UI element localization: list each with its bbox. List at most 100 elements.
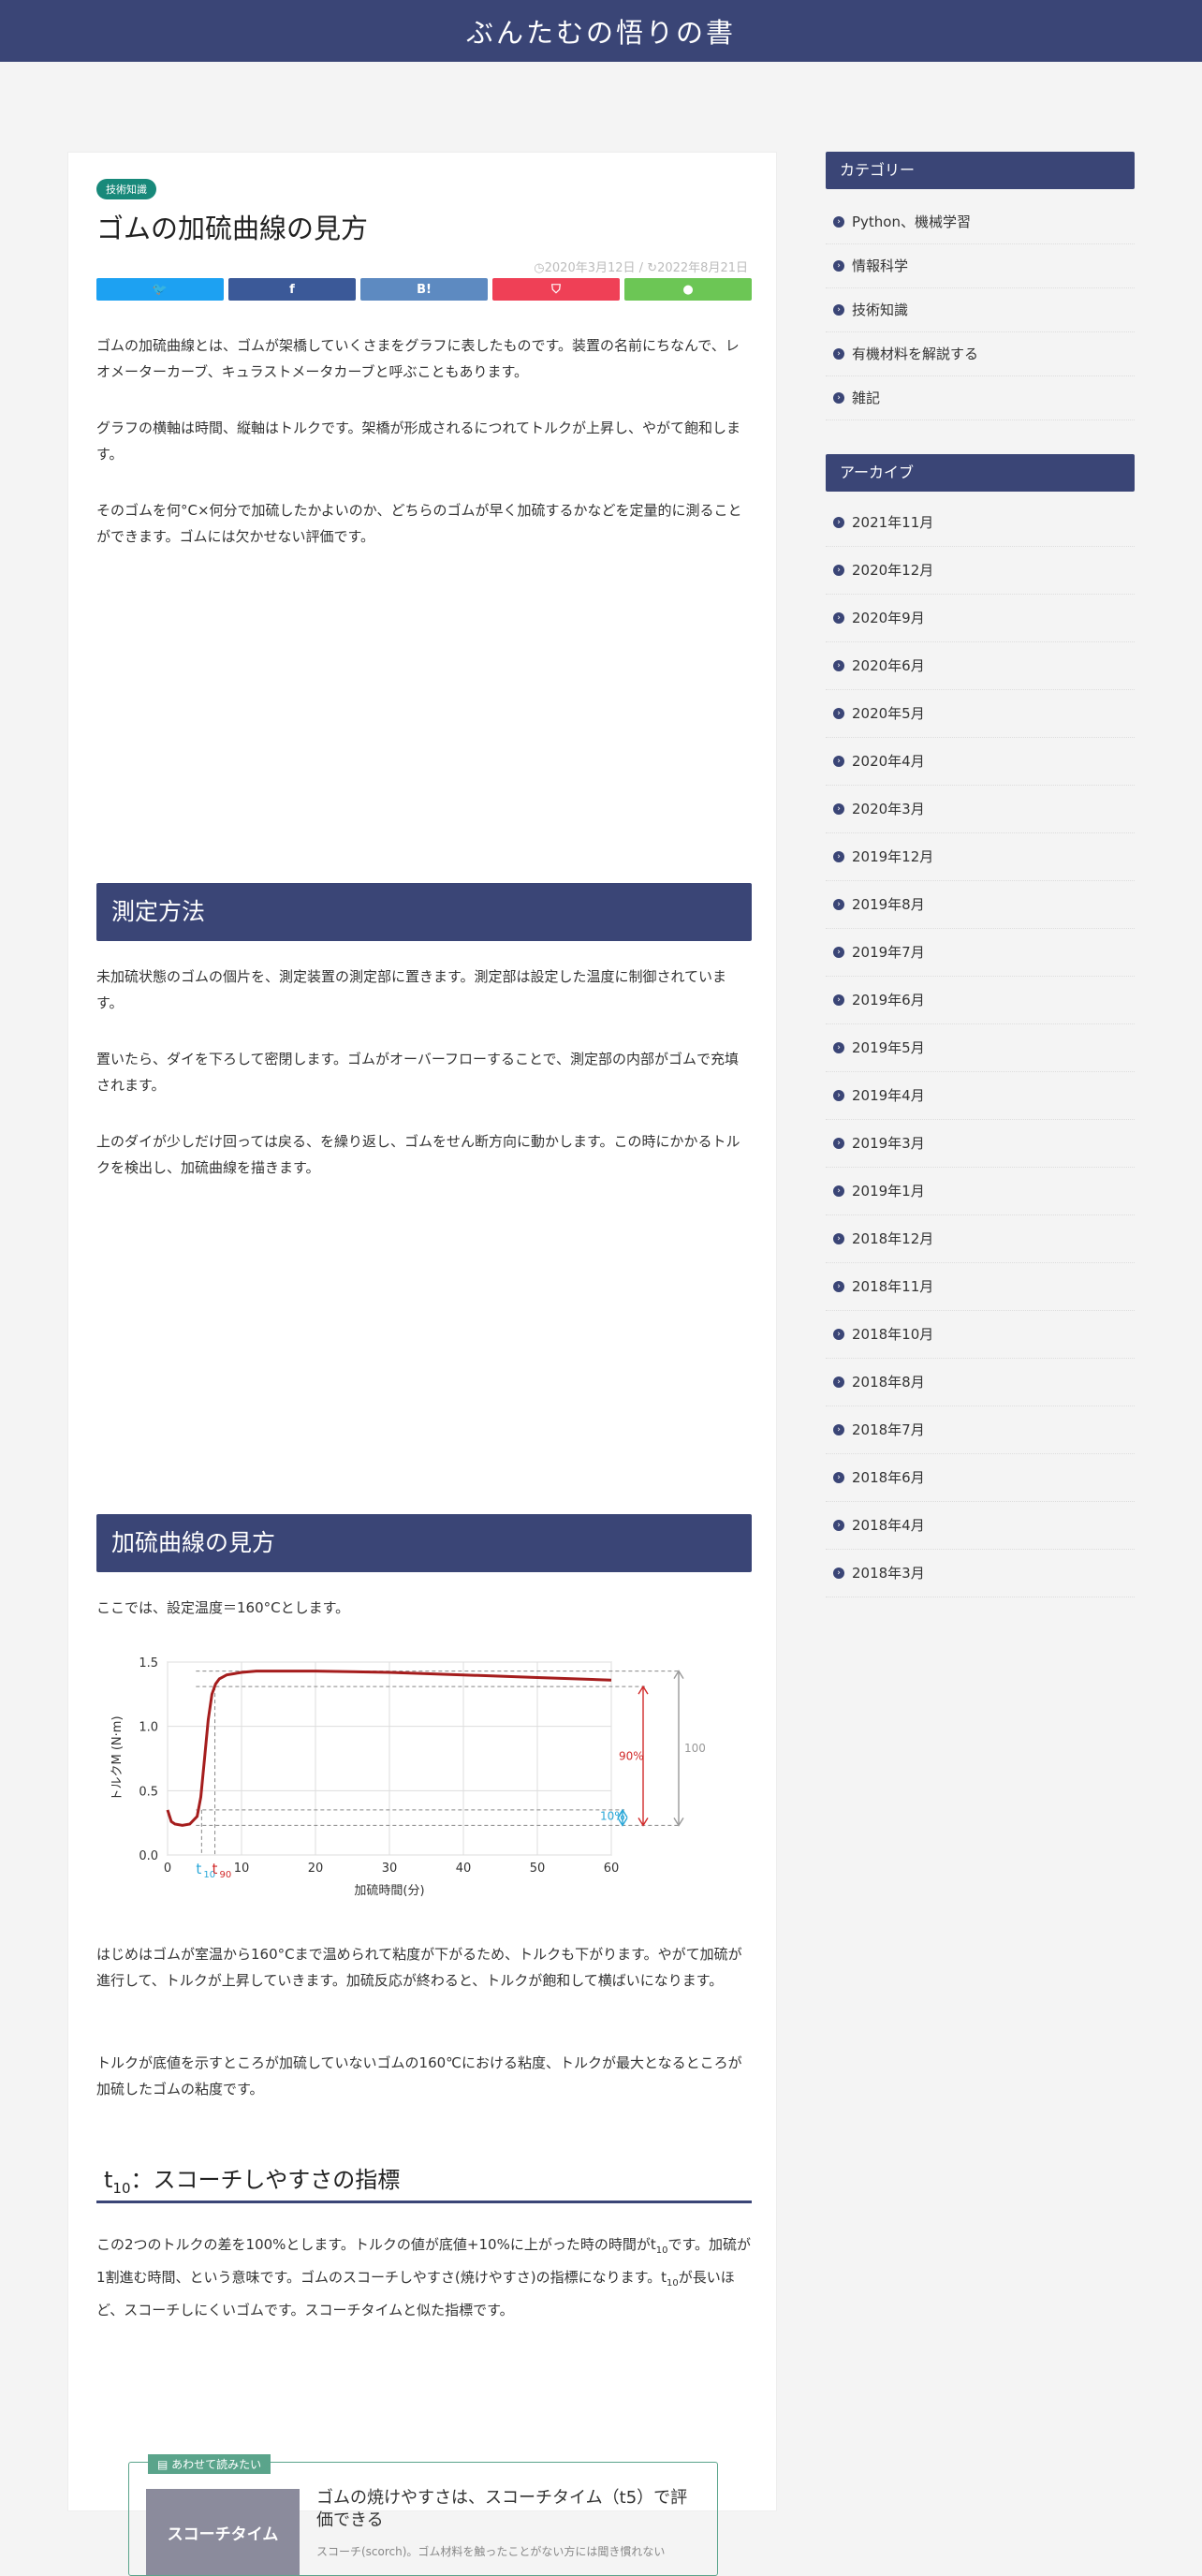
category-label: 技術知識 bbox=[852, 302, 909, 318]
post-dates: ◷2020年3月12日 / ↻2022年8月21日 bbox=[534, 261, 748, 275]
archive-item[interactable]: › 2018年8月 bbox=[826, 1359, 1135, 1406]
heading-t10: t10：スコーチしやすさの指標 bbox=[96, 2156, 752, 2203]
chevron-right-icon: › bbox=[833, 216, 844, 228]
archive-item[interactable]: › 2018年12月 bbox=[826, 1215, 1135, 1263]
archive-label: 2019年8月 bbox=[852, 896, 925, 913]
twitter-share-button[interactable]: 🐦 bbox=[96, 278, 224, 301]
related-title[interactable]: ゴムの焼けやすさは、スコーチタイム（t5）で評価できる bbox=[316, 2487, 700, 2532]
heading-measurement: 測定方法 bbox=[96, 883, 752, 941]
archive-label: 2018年11月 bbox=[852, 1278, 934, 1295]
related-thumbnail[interactable]: スコーチタイム bbox=[146, 2489, 300, 2575]
chevron-right-icon: › bbox=[833, 612, 844, 624]
y-tick-label: 1.0 bbox=[139, 1721, 158, 1735]
chevron-right-icon: › bbox=[833, 994, 844, 1006]
paragraph-measure-3: 上のダイが少しだけ回っては戻る、を繰り返し、ゴムをせん断方向に動かします。この時… bbox=[96, 1133, 740, 1176]
archive-item[interactable]: › 2019年12月 bbox=[826, 833, 1135, 881]
archive-item[interactable]: › 2018年4月 bbox=[826, 1502, 1135, 1550]
category-item[interactable]: › 有機材料を解説する bbox=[826, 332, 1135, 376]
archive-item[interactable]: › 2018年3月 bbox=[826, 1550, 1135, 1597]
archive-item[interactable]: › 2019年4月 bbox=[826, 1072, 1135, 1120]
chevron-right-icon: › bbox=[833, 565, 844, 576]
site-title[interactable]: ぶんたむの悟りの書 bbox=[466, 11, 736, 51]
chevron-right-icon: › bbox=[833, 660, 844, 671]
t90-label: t bbox=[213, 1861, 218, 1877]
y-tick-label: 0.0 bbox=[139, 1849, 158, 1863]
chevron-right-icon: › bbox=[833, 304, 844, 316]
paragraph-t10: この2つのトルクの差を100%とします。トルクの値が底値+10%に上がった時の時… bbox=[96, 2236, 751, 2318]
archive-item[interactable]: › 2020年4月 bbox=[826, 738, 1135, 786]
archive-item[interactable]: › 2019年7月 bbox=[826, 929, 1135, 977]
chevron-right-icon: › bbox=[833, 1090, 844, 1101]
category-item[interactable]: › 情報科学 bbox=[826, 244, 1135, 288]
paragraph-axes: グラフの横軸は時間、縦軸はトルクです。架橋が形成されるにつれてトルクが上昇し、や… bbox=[96, 420, 741, 463]
t10-label: t bbox=[196, 1861, 201, 1877]
chevron-right-icon: › bbox=[833, 1233, 844, 1244]
category-item[interactable]: › 技術知識 bbox=[826, 288, 1135, 332]
related-tag: ▤ あわせて読みたい bbox=[148, 2454, 271, 2474]
archive-label: 2019年1月 bbox=[852, 1183, 925, 1200]
archive-label: 2020年12月 bbox=[852, 562, 934, 579]
archive-item[interactable]: › 2020年3月 bbox=[826, 786, 1135, 833]
archive-item[interactable]: › 2018年7月 bbox=[826, 1406, 1135, 1454]
archive-label: 2019年7月 bbox=[852, 944, 925, 961]
chevron-right-icon: › bbox=[833, 803, 844, 815]
archive-label: 2019年4月 bbox=[852, 1087, 925, 1104]
archive-list: › 2021年11月 › 2020年12月 › 2020年9月 › 2020年6月 › 2020年… bbox=[826, 499, 1135, 1597]
site-header: ぶんたむの悟りの書 bbox=[0, 0, 1202, 62]
line-icon: ● bbox=[682, 282, 694, 297]
archive-item[interactable]: › 2018年10月 bbox=[826, 1311, 1135, 1359]
chevron-right-icon: › bbox=[833, 348, 844, 360]
archive-label: 2018年4月 bbox=[852, 1517, 925, 1534]
chevron-right-icon: › bbox=[833, 1185, 844, 1197]
chevron-right-icon: › bbox=[833, 851, 844, 862]
archive-item[interactable]: › 2019年3月 bbox=[826, 1120, 1135, 1168]
archive-item[interactable]: › 2020年5月 bbox=[826, 690, 1135, 738]
pocket-share-button[interactable]: ⛉ bbox=[492, 278, 620, 301]
archive-item[interactable]: › 2019年8月 bbox=[826, 881, 1135, 929]
archive-label: 2019年3月 bbox=[852, 1135, 925, 1152]
t90-subscript: 90 bbox=[220, 1870, 232, 1880]
chevron-right-icon: › bbox=[833, 517, 844, 528]
archive-label: 2019年12月 bbox=[852, 848, 934, 865]
heading-how-to-read: 加硫曲線の見方 bbox=[96, 1514, 752, 1572]
category-label: Python、機械学習 bbox=[852, 213, 971, 230]
archive-label: 2020年9月 bbox=[852, 610, 925, 626]
archive-item[interactable]: › 2020年9月 bbox=[826, 595, 1135, 642]
archive-item[interactable]: › 2020年12月 bbox=[826, 547, 1135, 595]
archive-label: 2018年3月 bbox=[852, 1565, 925, 1582]
archive-item[interactable]: › 2019年1月 bbox=[826, 1168, 1135, 1215]
archive-label: 2019年6月 bbox=[852, 992, 925, 1008]
paragraph-purpose: そのゴムを何°C×何分で加硫したかよいのか、どちらのゴムが早く加硫するかなどを定… bbox=[96, 502, 742, 545]
hatena-icon: B! bbox=[417, 282, 432, 297]
category-badge[interactable]: 技術知識 bbox=[96, 179, 156, 199]
x-tick-label: 0 bbox=[164, 1862, 171, 1876]
document-icon: ▤ bbox=[157, 2458, 172, 2471]
main-article: 技術知識 ゴムの加硫曲線の見方 ◷2020年3月12日 / ↻2022年8月21… bbox=[67, 152, 777, 2576]
chevron-right-icon: › bbox=[833, 1424, 844, 1435]
chevron-right-icon: › bbox=[833, 392, 844, 404]
archive-item[interactable]: › 2018年11月 bbox=[826, 1263, 1135, 1311]
share-buttons: 🐦 f B! ⛉ ● bbox=[96, 278, 752, 301]
x-tick-label: 30 bbox=[382, 1862, 398, 1876]
chevron-right-icon: › bbox=[833, 947, 844, 958]
facebook-share-button[interactable]: f bbox=[228, 278, 356, 301]
archive-item[interactable]: › 2021年11月 bbox=[826, 499, 1135, 547]
archive-label: 2018年12月 bbox=[852, 1230, 934, 1247]
category-item[interactable]: › Python、機械学習 bbox=[826, 200, 1135, 244]
chevron-right-icon: › bbox=[833, 1376, 844, 1388]
category-item[interactable]: › 雑記 bbox=[826, 376, 1135, 420]
archive-item[interactable]: › 2019年6月 bbox=[826, 977, 1135, 1024]
line-share-button[interactable]: ● bbox=[624, 278, 752, 301]
x-axis-label: 加硫時間(分) bbox=[354, 1884, 424, 1898]
label-90: 90% bbox=[619, 1749, 644, 1762]
archive-label: 2018年7月 bbox=[852, 1421, 925, 1438]
archive-item[interactable]: › 2019年5月 bbox=[826, 1024, 1135, 1072]
archive-label: 2019年5月 bbox=[852, 1039, 925, 1056]
archive-item[interactable]: › 2018年6月 bbox=[826, 1454, 1135, 1502]
archive-item[interactable]: › 2020年6月 bbox=[826, 642, 1135, 690]
related-article-card[interactable]: ▤ あわせて読みたい スコーチタイム ゴムの焼けやすさは、スコーチタイム（t5）… bbox=[128, 2454, 718, 2576]
categories-heading: カテゴリー bbox=[826, 152, 1135, 189]
hatena-share-button[interactable]: B! bbox=[360, 278, 488, 301]
category-label: 情報科学 bbox=[852, 258, 909, 274]
twitter-icon: 🐦 bbox=[152, 282, 169, 297]
